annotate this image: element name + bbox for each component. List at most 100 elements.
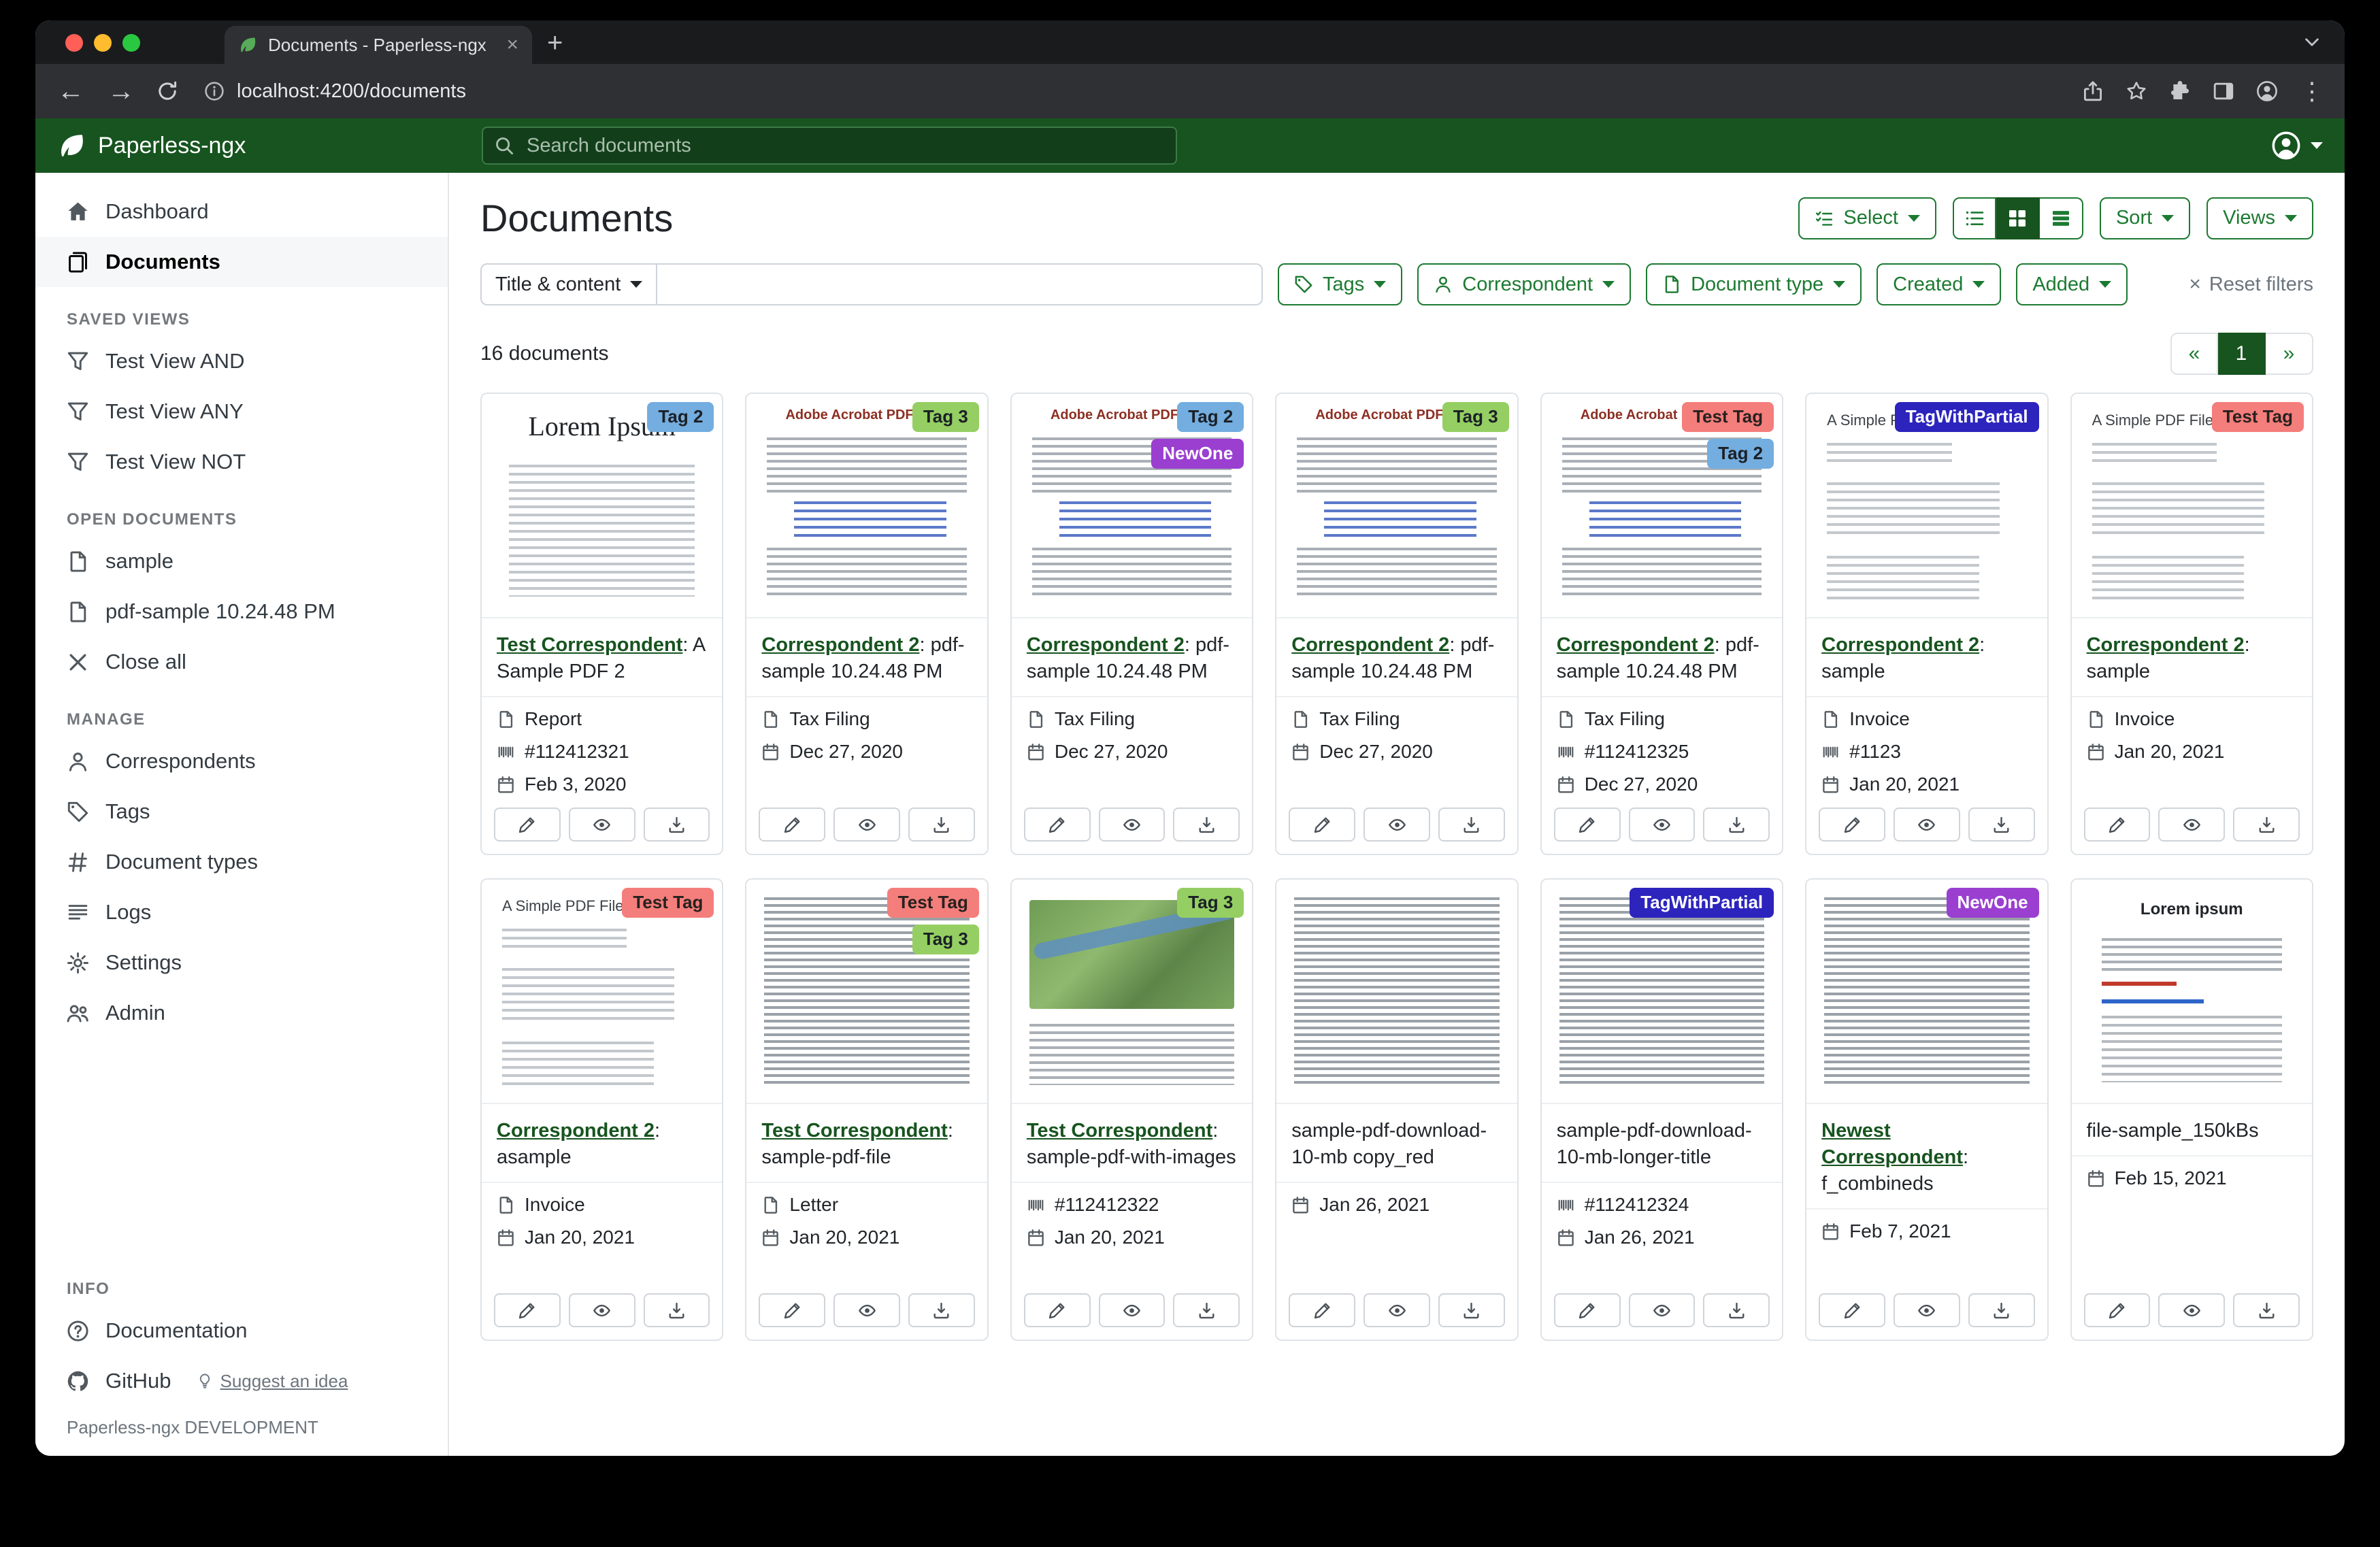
document-thumbnail[interactable]: NewOne <box>1806 880 2047 1104</box>
sidebar-item-dashboard[interactable]: Dashboard <box>35 186 448 237</box>
forward-button[interactable]: → <box>106 76 136 107</box>
document-thumbnail[interactable]: Adobe Acrobat PDF Files Tag 3 <box>746 394 987 618</box>
document-card[interactable]: NewOne Newest Correspondent: f_combineds… <box>1805 878 2048 1341</box>
preview-button[interactable] <box>569 1293 635 1327</box>
document-card[interactable]: Tag 3 Test Correspondent: sample-pdf-wit… <box>1010 878 1253 1341</box>
share-icon[interactable] <box>2082 80 2104 102</box>
download-button[interactable] <box>1438 808 1505 842</box>
document-title-link[interactable]: sample-pdf-download-10-mb-longer-title <box>1542 1104 1782 1182</box>
download-button[interactable] <box>1173 1293 1240 1327</box>
tag-badge[interactable]: NewOne <box>1151 439 1244 469</box>
browser-tab[interactable]: Documents - Paperless-ngx × <box>225 26 532 64</box>
correspondent-filter-button[interactable]: Correspondent <box>1417 263 1631 305</box>
document-card[interactable]: Lorem Ipsum Tag 2 Test Correspondent: A … <box>480 393 723 855</box>
document-card[interactable]: Adobe Acrobat PDF Files Tag 3 Correspond… <box>1275 393 1518 855</box>
edit-button[interactable] <box>1819 1293 1885 1327</box>
document-card[interactable]: Adobe Acrobat PDF Files Tag 3 Correspond… <box>745 393 988 855</box>
download-button[interactable] <box>908 1293 975 1327</box>
document-title-link[interactable]: Test Correspondent: sample-pdf-file <box>746 1104 987 1182</box>
sidebar-item-open-doc-sample[interactable]: sample <box>35 536 448 586</box>
document-thumbnail[interactable]: A Simple PDF File Test Tag <box>2072 394 2312 618</box>
minimize-window-button[interactable] <box>94 34 112 52</box>
sort-button[interactable]: Sort <box>2100 197 2190 239</box>
tag-badge[interactable]: Tag 3 <box>1442 402 1509 432</box>
correspondent-link[interactable]: Test Correspondent <box>761 1120 947 1142</box>
preview-button[interactable] <box>1363 808 1430 842</box>
edit-button[interactable] <box>494 1293 561 1327</box>
added-filter-button[interactable]: Added <box>2016 263 2128 305</box>
reset-filters-button[interactable]: × Reset filters <box>2189 273 2313 296</box>
document-thumbnail[interactable]: Test Tag Tag 3 <box>746 880 987 1104</box>
tag-badge[interactable]: TagWithPartial <box>1895 402 2039 432</box>
tag-badge[interactable]: Tag 3 <box>912 925 979 954</box>
select-button[interactable]: Select <box>1798 197 1936 239</box>
document-title-link[interactable]: file-sample_150kBs <box>2072 1104 2312 1155</box>
preview-button[interactable] <box>2158 1293 2225 1327</box>
document-thumbnail[interactable]: Lorem Ipsum Tag 2 <box>482 394 722 618</box>
sidebar-item-document-types[interactable]: Document types <box>35 837 448 887</box>
preview-button[interactable] <box>1099 1293 1166 1327</box>
tag-badge[interactable]: Test Tag <box>887 888 979 918</box>
document-card[interactable]: A Simple PDF File Test Tag Correspondent… <box>2070 393 2313 855</box>
document-type-filter-button[interactable]: Document type <box>1646 263 1862 305</box>
edit-button[interactable] <box>1289 1293 1355 1327</box>
preview-button[interactable] <box>2158 808 2225 842</box>
download-button[interactable] <box>908 808 975 842</box>
document-card[interactable]: Adobe Acrobat PDF Files Tag 2NewOne Corr… <box>1010 393 1253 855</box>
tag-badge[interactable]: Tag 3 <box>1177 888 1244 918</box>
document-title-link[interactable]: Newest Correspondent: f_combineds <box>1806 1104 2047 1208</box>
correspondent-link[interactable]: Correspondent 2 <box>2087 634 2245 656</box>
document-thumbnail[interactable]: A Simple PDF File Test Tag <box>482 880 722 1104</box>
download-button[interactable] <box>1703 808 1770 842</box>
document-title-link[interactable]: Correspondent 2: asample <box>482 1104 722 1182</box>
extensions-puzzle-icon[interactable] <box>2169 80 2191 102</box>
user-menu[interactable] <box>2271 131 2323 161</box>
download-button[interactable] <box>1968 1293 2035 1327</box>
download-button[interactable] <box>1173 808 1240 842</box>
sidebar-item-github[interactable]: GitHub Suggest an idea <box>35 1356 448 1406</box>
edit-button[interactable] <box>759 1293 825 1327</box>
document-thumbnail[interactable]: Lorem ipsum <box>2072 880 2312 1104</box>
site-info-icon[interactable] <box>204 81 225 101</box>
sidebar-item-settings[interactable]: Settings <box>35 937 448 988</box>
document-title-link[interactable]: Correspondent 2: sample <box>1806 618 2047 696</box>
tag-badge[interactable]: TagWithPartial <box>1630 888 1774 918</box>
sidebar-item-open-doc-pdf-sample[interactable]: pdf-sample 10.24.48 PM <box>35 586 448 637</box>
edit-button[interactable] <box>759 808 825 842</box>
correspondent-link[interactable]: Correspondent 2 <box>1557 634 1715 656</box>
document-title-link[interactable]: sample-pdf-download-10-mb copy_red <box>1276 1104 1517 1182</box>
preview-button[interactable] <box>1099 808 1166 842</box>
filter-text-input[interactable] <box>657 263 1263 305</box>
edit-button[interactable] <box>1289 808 1355 842</box>
download-button[interactable] <box>1968 808 2035 842</box>
document-card[interactable]: sample-pdf-download-10-mb copy_red Jan 2… <box>1275 878 1518 1341</box>
sidebar-item-documents[interactable]: Documents <box>35 237 448 287</box>
edit-button[interactable] <box>494 808 561 842</box>
next-page-button[interactable]: » <box>2266 333 2313 375</box>
sidebar-item-tags[interactable]: Tags <box>35 786 448 837</box>
side-panel-icon[interactable] <box>2213 80 2234 102</box>
correspondent-link[interactable]: Correspondent 2 <box>761 634 919 656</box>
sidebar-item-saved-view-any[interactable]: Test View ANY <box>35 386 448 437</box>
edit-button[interactable] <box>1024 1293 1091 1327</box>
sidebar-item-logs[interactable]: Logs <box>35 887 448 937</box>
edit-button[interactable] <box>1554 808 1621 842</box>
document-card[interactable]: A Simple PDF File TagWithPartial Corresp… <box>1805 393 2048 855</box>
preview-button[interactable] <box>833 808 900 842</box>
tag-badge[interactable]: NewOne <box>1947 888 2039 918</box>
tags-filter-button[interactable]: Tags <box>1278 263 1402 305</box>
document-card[interactable]: TagWithPartial sample-pdf-download-10-mb… <box>1540 878 1783 1341</box>
sidebar-item-documentation[interactable]: Documentation <box>35 1305 448 1356</box>
tag-badge[interactable]: Test Tag <box>622 888 714 918</box>
tag-badge[interactable]: Tag 2 <box>1707 439 1774 469</box>
app-logo[interactable]: Paperless-ngx <box>57 131 246 160</box>
document-title-link[interactable]: Correspondent 2: pdf-sample 10.24.48 PM <box>1276 618 1517 696</box>
preview-button[interactable] <box>1629 1293 1696 1327</box>
tab-close-icon[interactable]: × <box>506 33 518 56</box>
tab-search-icon[interactable] <box>2302 33 2321 52</box>
document-title-link[interactable]: Correspondent 2: sample <box>2072 618 2312 696</box>
download-button[interactable] <box>2233 1293 2300 1327</box>
back-button[interactable]: ← <box>56 76 86 107</box>
document-title-link[interactable]: Correspondent 2: pdf-sample 10.24.48 PM <box>1542 618 1782 696</box>
correspondent-link[interactable]: Correspondent 2 <box>497 1120 655 1142</box>
